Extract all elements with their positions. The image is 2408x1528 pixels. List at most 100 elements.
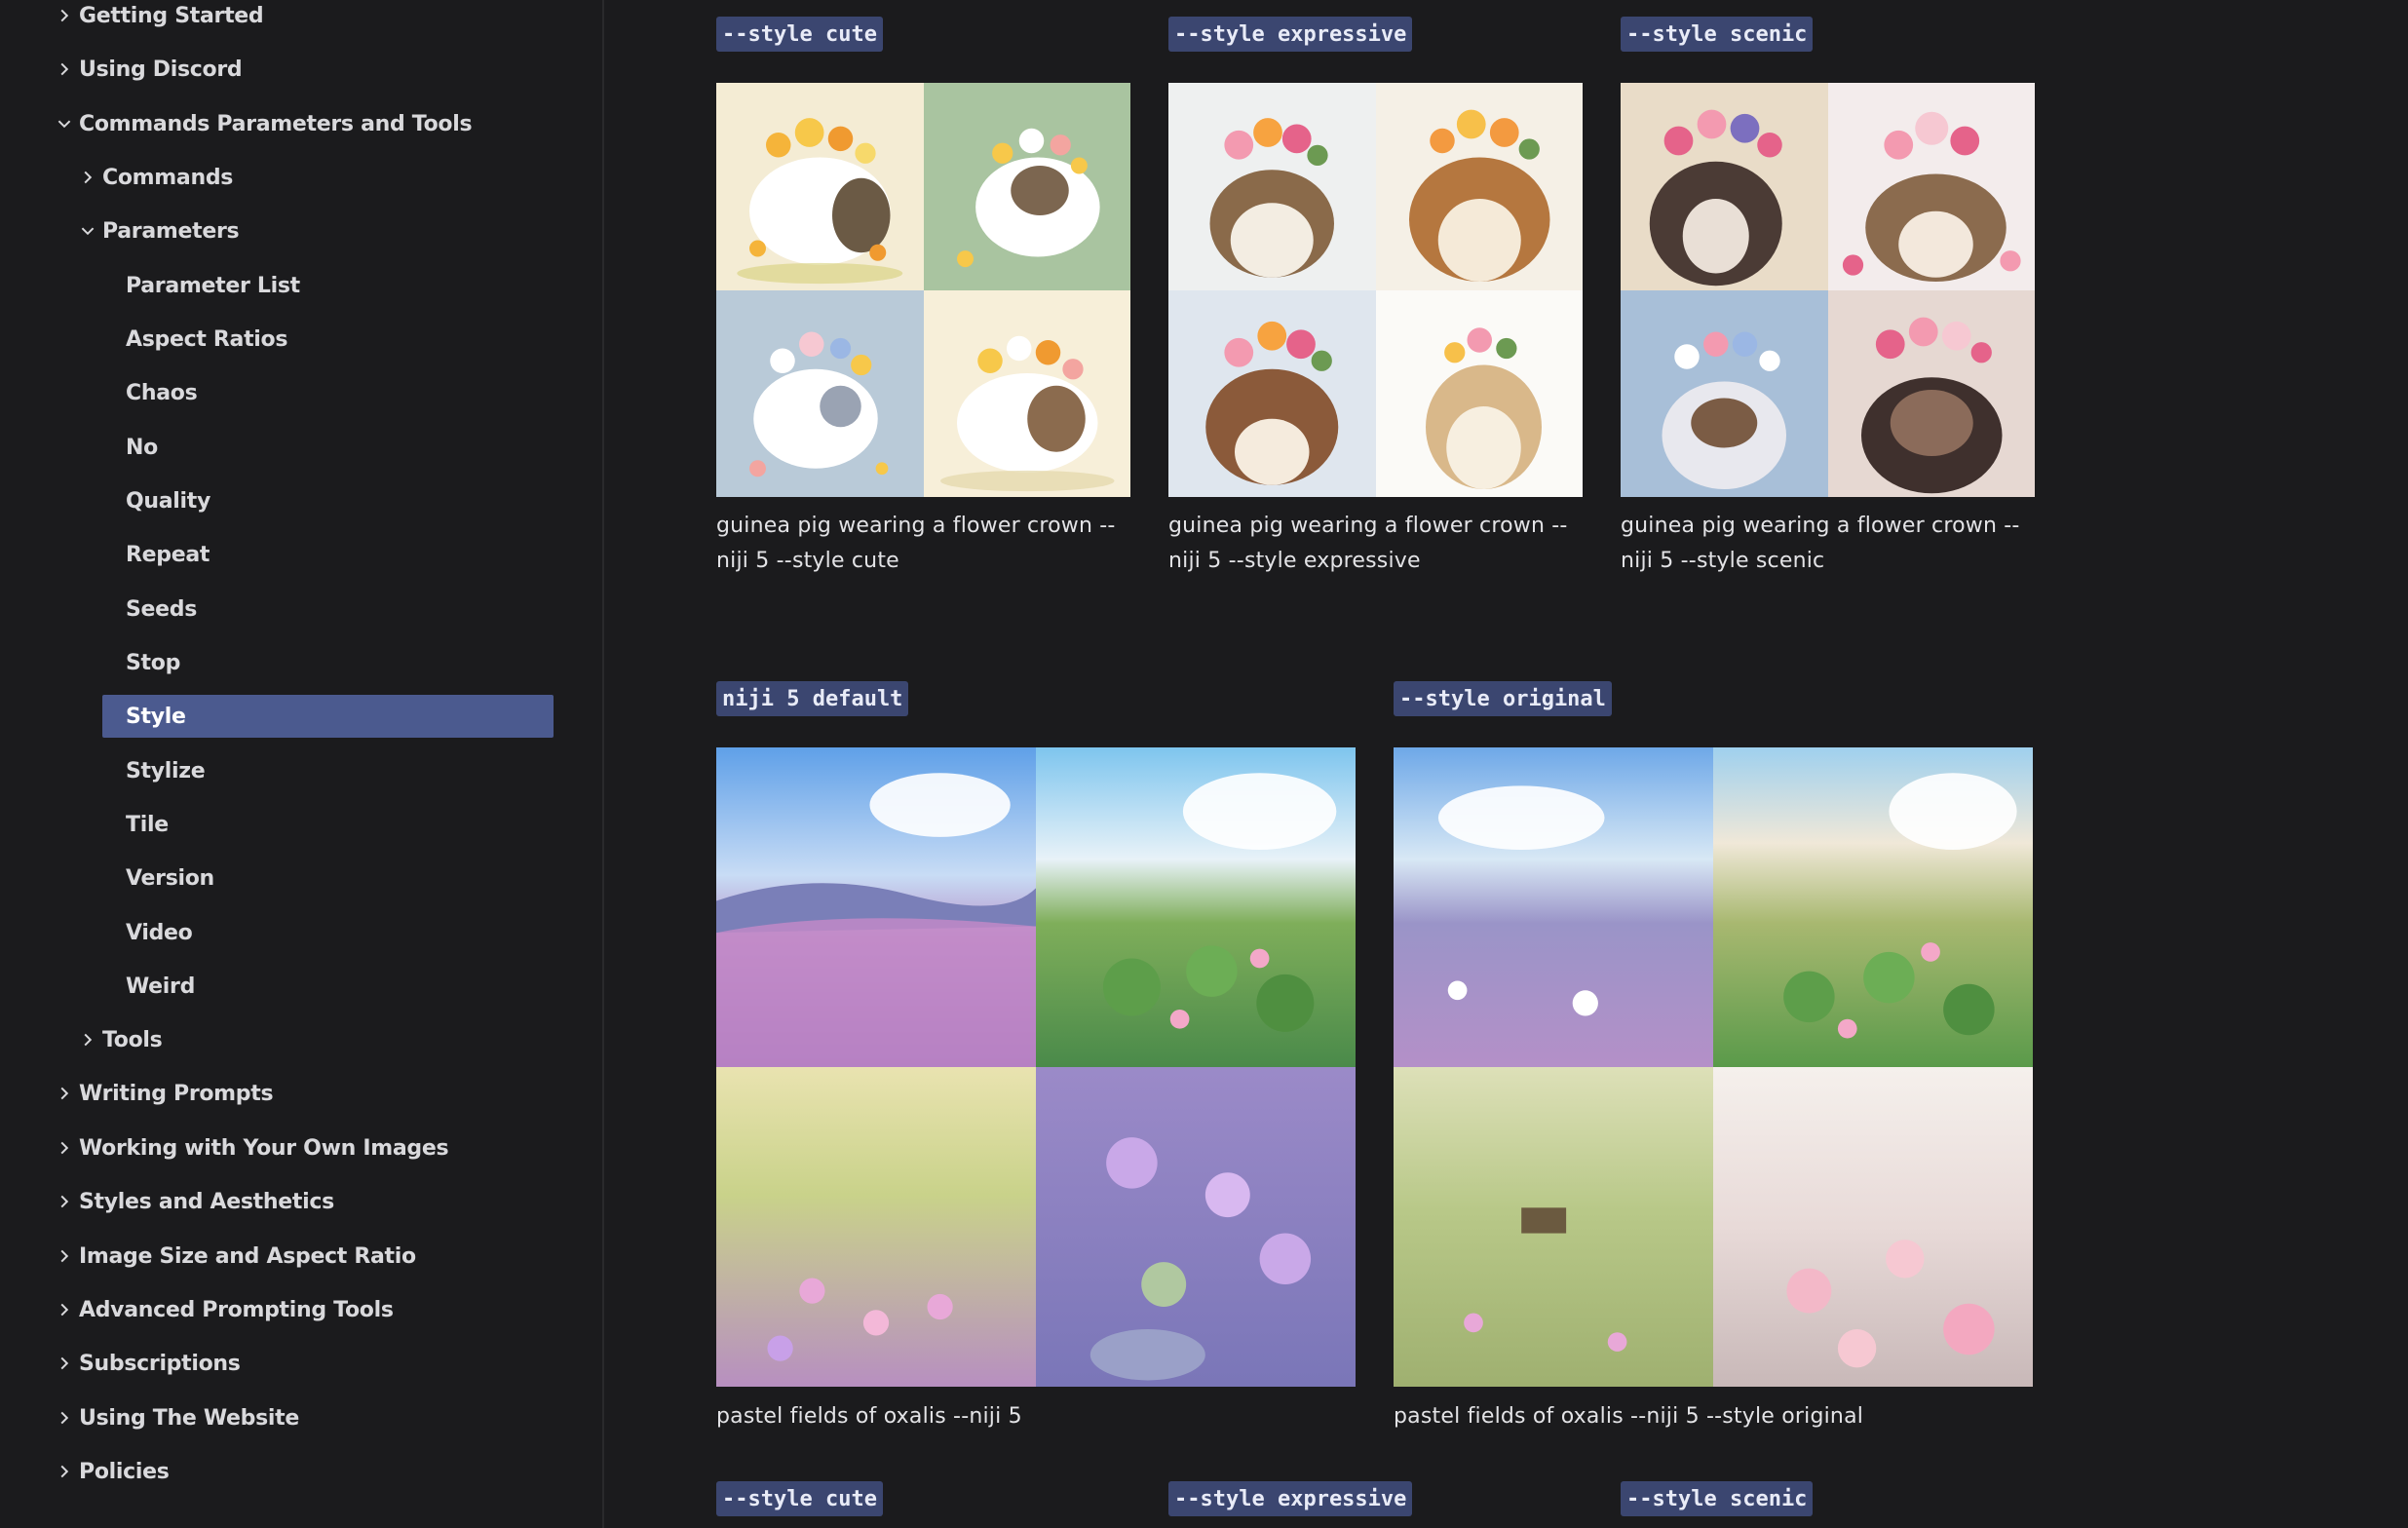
sidebar-item-label: Tile — [126, 812, 169, 837]
image-grid-guinea-pig-cute[interactable] — [716, 83, 1130, 497]
sidebar-item-seeds[interactable]: Seeds — [126, 588, 545, 630]
sidebar-item-label: Styles and Aesthetics — [79, 1189, 334, 1214]
sidebar-item-style[interactable]: Style — [102, 695, 554, 738]
sidebar-item-label: No — [126, 435, 158, 460]
sidebar-item-version[interactable]: Version — [126, 857, 545, 899]
sidebar-item-label: Advanced Prompting Tools — [79, 1297, 394, 1322]
caption-line: niji 5 --style scenic — [1621, 549, 1825, 573]
sidebar-item-repeat[interactable]: Repeat — [126, 533, 545, 576]
sidebar-item-label: Stylize — [126, 758, 206, 783]
sidebar-item-tools[interactable]: Tools — [84, 1018, 551, 1061]
image-tile — [716, 1067, 1036, 1387]
chevron-down-icon — [78, 221, 97, 241]
sidebar-item-label: Tools — [102, 1027, 163, 1052]
sidebar-item-chaos[interactable]: Chaos — [126, 371, 545, 414]
image-tile — [716, 747, 1036, 1067]
chevron-right-icon — [78, 168, 97, 187]
sidebar-item-subscriptions[interactable]: Subscriptions — [60, 1342, 547, 1385]
sidebar-item-label: Parameter List — [126, 273, 300, 298]
image-tile — [1375, 289, 1583, 497]
chevron-right-icon — [55, 1300, 74, 1319]
image-grid-oxalis-original[interactable] — [1394, 747, 2033, 1387]
image-tile — [1168, 289, 1376, 497]
docs-page: Getting Started Using Discord Commands P… — [0, 0, 2408, 1528]
caption-line: guinea pig wearing a flower crown -- — [1168, 514, 1568, 538]
image-tile — [1036, 747, 1356, 1067]
caption-guinea-pig-expressive: guinea pig wearing a flower crown -- nij… — [1168, 509, 1597, 579]
sidebar-item-label: Repeat — [126, 542, 210, 567]
sidebar-item-label: Quality — [126, 488, 211, 514]
sidebar-item-label: Image Size and Aspect Ratio — [79, 1243, 416, 1269]
code-tag-style-expressive: --style expressive — [1168, 1481, 1413, 1516]
sidebar-item-writing-prompts[interactable]: Writing Prompts — [60, 1072, 547, 1115]
image-grid-guinea-pig-scenic[interactable] — [1621, 83, 2035, 497]
sidebar-item-using-the-website[interactable]: Using The Website — [60, 1396, 547, 1439]
image-tile — [923, 83, 1130, 290]
sidebar-item-stop[interactable]: Stop — [126, 641, 545, 684]
sidebar-item-label: Aspect Ratios — [126, 326, 288, 352]
caption-guinea-pig-scenic: guinea pig wearing a flower crown -- nij… — [1621, 509, 2049, 579]
sidebar-item-label: Commands — [102, 165, 234, 190]
sidebar-item-no[interactable]: No — [126, 426, 545, 469]
chevron-right-icon — [55, 1138, 74, 1158]
sidebar-item-weird[interactable]: Weird — [126, 965, 545, 1008]
sidebar-item-commands-parameters-tools[interactable]: Commands Parameters and Tools — [57, 102, 547, 145]
sidebar-item-parameters[interactable]: Parameters — [81, 210, 551, 252]
sidebar-item-label: Stop — [126, 650, 181, 675]
caption-line: niji 5 --style cute — [716, 549, 899, 573]
image-tile — [1168, 83, 1376, 290]
chevron-right-icon — [55, 1462, 74, 1481]
image-grid-guinea-pig-expressive[interactable] — [1168, 83, 1583, 497]
image-tile — [1621, 289, 1828, 497]
sidebar-item-policies[interactable]: Policies — [60, 1450, 547, 1493]
image-tile — [1375, 83, 1583, 290]
sidebar-item-using-discord[interactable]: Using Discord — [60, 48, 547, 91]
sidebar-item-tile[interactable]: Tile — [126, 803, 545, 846]
sidebar-item-advanced-prompting-tools[interactable]: Advanced Prompting Tools — [60, 1288, 547, 1331]
sidebar-item-quality[interactable]: Quality — [126, 479, 545, 522]
chevron-right-icon — [55, 1246, 74, 1266]
sidebar-item-label: Getting Started — [79, 3, 264, 28]
code-tag-style-scenic: --style scenic — [1621, 17, 1814, 52]
sidebar-item-video[interactable]: Video — [126, 911, 545, 954]
code-tag-style-expressive: --style expressive — [1168, 17, 1413, 52]
sidebar-item-label: Working with Your Own Images — [79, 1135, 449, 1161]
sidebar-item-image-size-aspect-ratio[interactable]: Image Size and Aspect Ratio — [60, 1235, 547, 1278]
sidebar-item-getting-started[interactable]: Getting Started — [60, 0, 547, 37]
chevron-right-icon — [55, 1084, 74, 1103]
sidebar-nav: Getting Started Using Discord Commands P… — [0, 0, 604, 1528]
code-tag-style-cute: --style cute — [716, 17, 883, 52]
sidebar-item-working-with-your-own-images[interactable]: Working with Your Own Images — [60, 1127, 547, 1169]
sidebar-item-label: Writing Prompts — [79, 1081, 274, 1106]
code-tag-style-cute: --style cute — [716, 1481, 883, 1516]
image-grid-oxalis-default[interactable] — [716, 747, 1356, 1387]
sidebar-item-styles-and-aesthetics[interactable]: Styles and Aesthetics — [60, 1180, 547, 1223]
sidebar-item-parameter-list[interactable]: Parameter List — [126, 264, 545, 307]
sidebar-item-label: Parameters — [102, 218, 240, 244]
image-tile — [1394, 747, 1713, 1067]
image-tile — [923, 289, 1130, 497]
caption-line: guinea pig wearing a flower crown -- — [716, 514, 1116, 538]
image-tile — [716, 289, 924, 497]
chevron-right-icon — [55, 59, 74, 79]
code-tag-niji-5-default: niji 5 default — [716, 681, 909, 716]
chevron-down-icon — [55, 114, 74, 134]
caption-oxalis-original: pastel fields of oxalis --niji 5 --style… — [1394, 1404, 1864, 1429]
chevron-right-icon — [55, 1408, 74, 1428]
sidebar-item-label: Weird — [126, 974, 196, 999]
sidebar-item-aspect-ratios[interactable]: Aspect Ratios — [126, 318, 545, 361]
sidebar-item-label: Style — [126, 704, 186, 729]
image-tile — [1713, 747, 2033, 1067]
sidebar-item-stylize[interactable]: Stylize — [126, 749, 545, 792]
sidebar-item-label: Chaos — [126, 380, 198, 405]
chevron-right-icon — [55, 1354, 74, 1373]
sidebar-item-label: Commands Parameters and Tools — [79, 111, 473, 136]
sidebar-item-commands[interactable]: Commands — [84, 156, 551, 199]
sidebar-item-label: Version — [126, 865, 214, 891]
main-content: --style cute --style expressive --style … — [606, 0, 2408, 1528]
image-tile — [1621, 83, 1828, 290]
sidebar-item-label: Policies — [79, 1459, 170, 1484]
sidebar-item-label: Using The Website — [79, 1405, 299, 1431]
image-tile — [1827, 289, 2035, 497]
image-tile — [1394, 1067, 1713, 1387]
